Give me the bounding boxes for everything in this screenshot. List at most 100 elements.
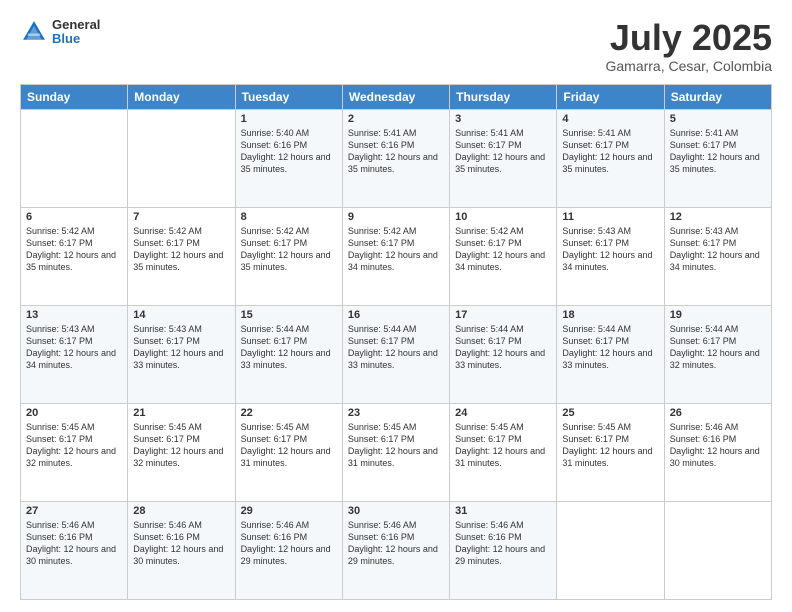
week-row-5: 27Sunrise: 5:46 AMSunset: 6:16 PMDayligh… — [21, 501, 772, 599]
day-info: Sunrise: 5:46 AMSunset: 6:16 PMDaylight:… — [26, 519, 122, 568]
calendar-cell: 7 Sunrise: 5:42 AMSunset: 6:17 PMDaylight… — [128, 207, 235, 305]
calendar-cell: 17Sunrise: 5:44 AMSunset: 6:17 PMDayligh… — [450, 305, 557, 403]
week-row-3: 13 Sunrise: 5:43 AMSunset: 6:17 PMDayligh… — [21, 305, 772, 403]
calendar-cell: 15 Sunrise: 5:44 AMSunset: 6:17 PMDayligh… — [235, 305, 342, 403]
day-number: 14 — [133, 309, 229, 321]
day-number: 23 — [348, 407, 444, 419]
day-number: 2 — [348, 113, 444, 125]
logo: General Blue — [20, 18, 100, 47]
calendar-cell: 3 Sunrise: 5:41 AMSunset: 6:17 PMDaylight… — [450, 109, 557, 207]
day-number: 15 — [241, 309, 337, 321]
calendar-cell: 10 Sunrise: 5:42 AMSunset: 6:17 PMDayligh… — [450, 207, 557, 305]
day-number: 19 — [670, 309, 766, 321]
day-info: Sunrise: 5:43 AMSunset: 6:17 PMDaylight:… — [26, 323, 122, 372]
day-number: 29 — [241, 505, 337, 517]
logo-icon — [20, 18, 48, 46]
day-number: 18 — [562, 309, 658, 321]
week-row-4: 20Sunrise: 5:45 AMSunset: 6:17 PMDayligh… — [21, 403, 772, 501]
day-info: Sunrise: 5:45 AMSunset: 6:17 PMDaylight:… — [455, 421, 551, 470]
calendar-cell: 26 Sunrise: 5:46 AMSunset: 6:16 PMDayligh… — [664, 403, 771, 501]
calendar-cell: 31 Sunrise: 5:46 AMSunset: 6:16 PMDayligh… — [450, 501, 557, 599]
day-number: 8 — [241, 211, 337, 223]
day-info: Sunrise: 5:43 AMSunset: 6:17 PMDaylight:… — [133, 323, 229, 372]
day-info: Sunrise: 5:44 AMSunset: 6:17 PMDaylight:… — [562, 323, 658, 372]
day-info: Sunrise: 5:42 AMSunset: 6:17 PMDaylight:… — [26, 225, 122, 274]
day-number: 13 — [26, 309, 122, 321]
day-number: 30 — [348, 505, 444, 517]
day-number: 24 — [455, 407, 551, 419]
day-number: 10 — [455, 211, 551, 223]
day-number: 21 — [133, 407, 229, 419]
logo-blue-text: Blue — [52, 32, 100, 46]
calendar-cell: 29 Sunrise: 5:46 AMSunset: 6:16 PMDayligh… — [235, 501, 342, 599]
day-info: Sunrise: 5:41 AMSunset: 6:16 PMDaylight:… — [348, 127, 444, 176]
day-info: Sunrise: 5:46 AMSunset: 6:16 PMDaylight:… — [455, 519, 551, 568]
col-tuesday: Tuesday — [235, 84, 342, 109]
day-number: 7 — [133, 211, 229, 223]
col-thursday: Thursday — [450, 84, 557, 109]
day-number: 31 — [455, 505, 551, 517]
calendar-cell: 1Sunrise: 5:40 AMSunset: 6:16 PMDaylight… — [235, 109, 342, 207]
calendar-cell: 30Sunrise: 5:46 AMSunset: 6:16 PMDayligh… — [342, 501, 449, 599]
day-number: 12 — [670, 211, 766, 223]
day-number: 25 — [562, 407, 658, 419]
calendar-cell: 13 Sunrise: 5:43 AMSunset: 6:17 PMDayligh… — [21, 305, 128, 403]
day-info: Sunrise: 5:42 AMSunset: 6:17 PMDaylight:… — [348, 225, 444, 274]
calendar-cell: 5Sunrise: 5:41 AMSunset: 6:17 PMDaylight… — [664, 109, 771, 207]
day-number: 16 — [348, 309, 444, 321]
day-info: Sunrise: 5:42 AMSunset: 6:17 PMDaylight:… — [455, 225, 551, 274]
calendar-cell — [557, 501, 664, 599]
day-info: Sunrise: 5:42 AMSunset: 6:17 PMDaylight:… — [241, 225, 337, 274]
calendar-cell: 8 Sunrise: 5:42 AMSunset: 6:17 PMDaylight… — [235, 207, 342, 305]
col-wednesday: Wednesday — [342, 84, 449, 109]
calendar-cell: 27Sunrise: 5:46 AMSunset: 6:16 PMDayligh… — [21, 501, 128, 599]
calendar-cell: 16 Sunrise: 5:44 AMSunset: 6:17 PMDayligh… — [342, 305, 449, 403]
day-number: 5 — [670, 113, 766, 125]
day-info: Sunrise: 5:41 AMSunset: 6:17 PMDaylight:… — [562, 127, 658, 176]
day-info: Sunrise: 5:44 AMSunset: 6:17 PMDaylight:… — [241, 323, 337, 372]
week-row-1: 1Sunrise: 5:40 AMSunset: 6:16 PMDaylight… — [21, 109, 772, 207]
calendar-cell: 25 Sunrise: 5:45 AMSunset: 6:17 PMDayligh… — [557, 403, 664, 501]
calendar-cell: 14 Sunrise: 5:43 AMSunset: 6:17 PMDayligh… — [128, 305, 235, 403]
day-number: 4 — [562, 113, 658, 125]
calendar-cell: 21Sunrise: 5:45 AMSunset: 6:17 PMDayligh… — [128, 403, 235, 501]
month-title: July 2025 — [605, 18, 772, 58]
day-info: Sunrise: 5:45 AMSunset: 6:17 PMDaylight:… — [26, 421, 122, 470]
day-info: Sunrise: 5:46 AMSunset: 6:16 PMDaylight:… — [133, 519, 229, 568]
calendar-cell: 12 Sunrise: 5:43 AMSunset: 6:17 PMDayligh… — [664, 207, 771, 305]
header: General Blue July 2025 Gamarra, Cesar, C… — [20, 18, 772, 74]
day-info: Sunrise: 5:40 AMSunset: 6:16 PMDaylight:… — [241, 127, 337, 176]
calendar-cell: 20Sunrise: 5:45 AMSunset: 6:17 PMDayligh… — [21, 403, 128, 501]
week-row-2: 6Sunrise: 5:42 AMSunset: 6:17 PMDaylight… — [21, 207, 772, 305]
calendar-cell: 18 Sunrise: 5:44 AMSunset: 6:17 PMDayligh… — [557, 305, 664, 403]
calendar-cell: 24 Sunrise: 5:45 AMSunset: 6:17 PMDayligh… — [450, 403, 557, 501]
title-block: July 2025 Gamarra, Cesar, Colombia — [605, 18, 772, 74]
col-friday: Friday — [557, 84, 664, 109]
day-info: Sunrise: 5:45 AMSunset: 6:17 PMDaylight:… — [348, 421, 444, 470]
day-number: 26 — [670, 407, 766, 419]
day-info: Sunrise: 5:43 AMSunset: 6:17 PMDaylight:… — [670, 225, 766, 274]
day-info: Sunrise: 5:42 AMSunset: 6:17 PMDaylight:… — [133, 225, 229, 274]
page: General Blue July 2025 Gamarra, Cesar, C… — [0, 0, 792, 612]
calendar-cell: 4 Sunrise: 5:41 AMSunset: 6:17 PMDaylight… — [557, 109, 664, 207]
day-info: Sunrise: 5:45 AMSunset: 6:17 PMDaylight:… — [241, 421, 337, 470]
col-monday: Monday — [128, 84, 235, 109]
day-info: Sunrise: 5:46 AMSunset: 6:16 PMDaylight:… — [670, 421, 766, 470]
day-info: Sunrise: 5:41 AMSunset: 6:17 PMDaylight:… — [455, 127, 551, 176]
calendar-cell — [21, 109, 128, 207]
day-number: 28 — [133, 505, 229, 517]
day-number: 11 — [562, 211, 658, 223]
calendar-cell: 23 Sunrise: 5:45 AMSunset: 6:17 PMDayligh… — [342, 403, 449, 501]
day-info: Sunrise: 5:43 AMSunset: 6:17 PMDaylight:… — [562, 225, 658, 274]
calendar-cell: 28 Sunrise: 5:46 AMSunset: 6:16 PMDayligh… — [128, 501, 235, 599]
day-info: Sunrise: 5:45 AMSunset: 6:17 PMDaylight:… — [562, 421, 658, 470]
calendar-cell: 22Sunrise: 5:45 AMSunset: 6:17 PMDayligh… — [235, 403, 342, 501]
calendar-cell: 19Sunrise: 5:44 AMSunset: 6:17 PMDayligh… — [664, 305, 771, 403]
day-number: 3 — [455, 113, 551, 125]
location-subtitle: Gamarra, Cesar, Colombia — [605, 58, 772, 74]
calendar-table: Sunday Monday Tuesday Wednesday Thursday… — [20, 84, 772, 600]
day-info: Sunrise: 5:46 AMSunset: 6:16 PMDaylight:… — [241, 519, 337, 568]
day-info: Sunrise: 5:44 AMSunset: 6:17 PMDaylight:… — [348, 323, 444, 372]
col-saturday: Saturday — [664, 84, 771, 109]
logo-general-text: General — [52, 18, 100, 32]
